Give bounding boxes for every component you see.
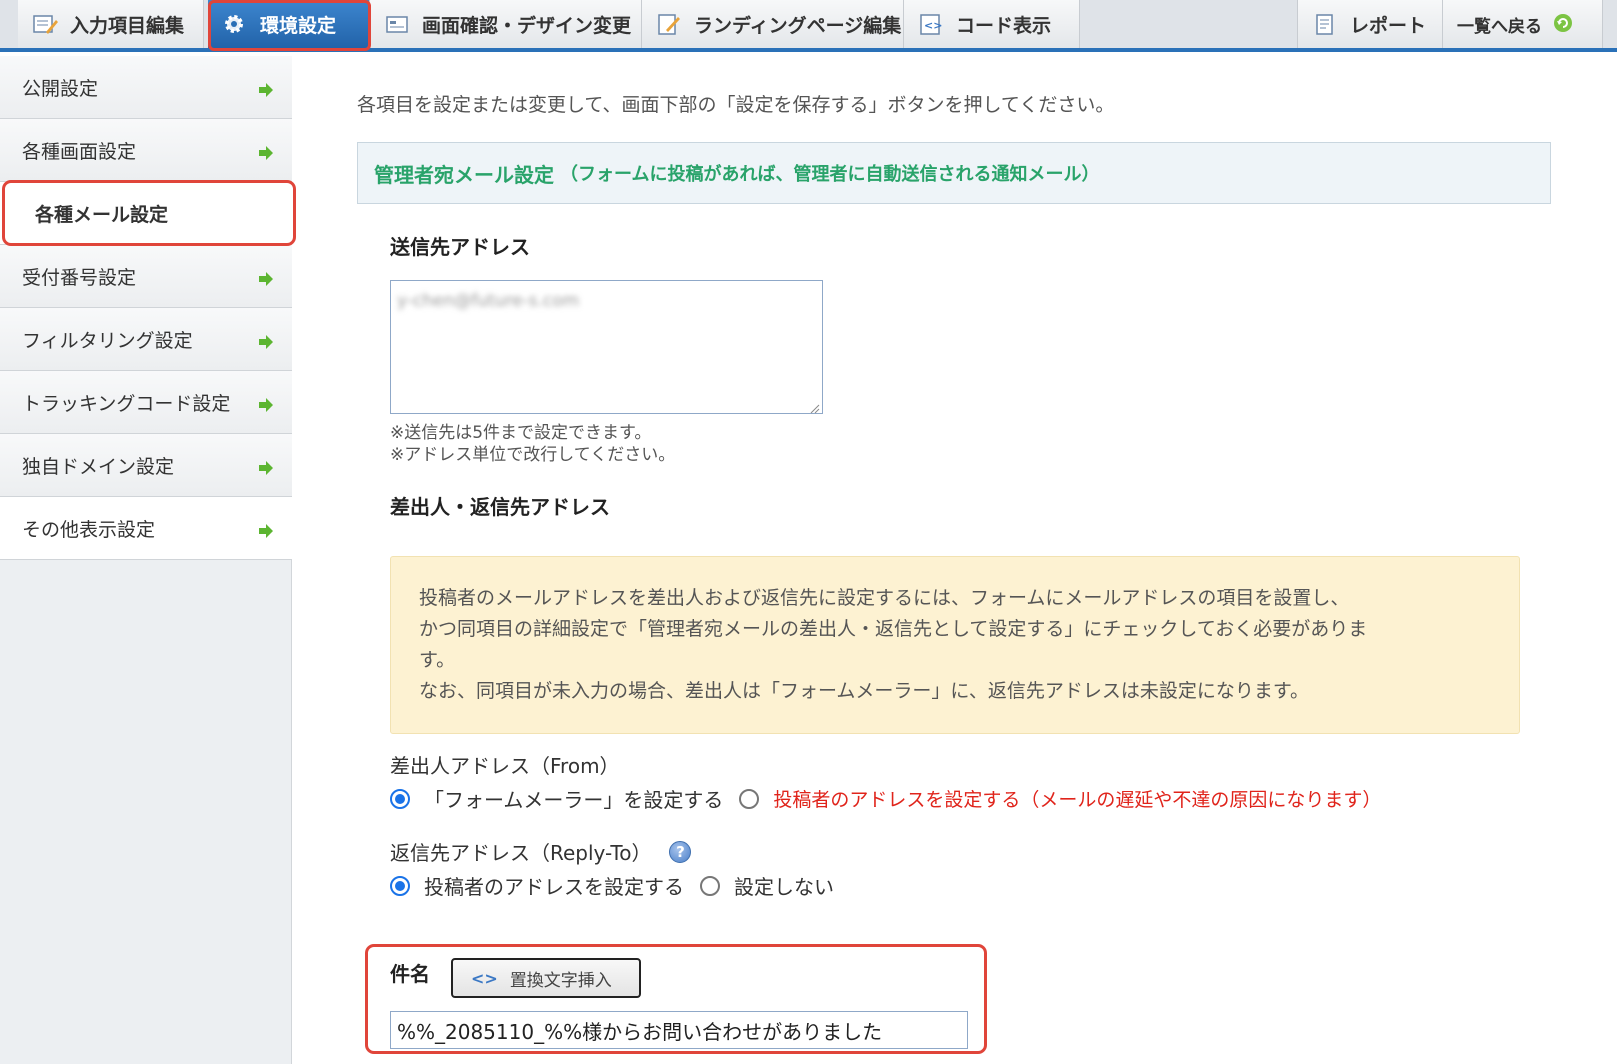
sidebar-item-label: 各種メール設定 [35,203,169,226]
tab-screen-design[interactable]: 画面確認・デザイン変更 [370,0,642,48]
sidebar-item-label: フィルタリング設定 [22,329,193,352]
from-radio-poster[interactable] [739,788,760,809]
info-line: 投稿者のメールアドレスを差出人および返信先に設定するには、フォームにメールアドレ… [419,587,1350,609]
subject-value: %%_2085110_%%様からお問い合わせがありました [397,1020,883,1044]
reply-option-label: 設定しない [734,875,834,899]
svg-text:<>: <> [924,19,942,32]
arrow-right-icon [258,395,274,412]
info-box: 投稿者のメールアドレスを差出人および返信先に設定するには、フォームにメールアドレ… [390,556,1520,734]
arrow-right-icon [258,332,274,349]
to-address-note-2: ※アドレス単位で改行してください。 [390,445,676,465]
sidebar-item-tracking-code[interactable]: トラッキングコード設定 [0,371,292,434]
arrow-right-icon [258,143,274,160]
sidebar-item-filtering[interactable]: フィルタリング設定 [0,308,292,371]
to-address-textarea[interactable]: y-chen@future-s.com [390,280,823,414]
tab-label: 環境設定 [260,14,337,37]
info-line: なお、同項目が未入力の場合、差出人は「フォームメーラー」に、返信先アドレスは未設… [419,680,1309,702]
sidebar-item-screens[interactable]: 各種画面設定 [0,119,292,182]
info-line: かつ同項目の詳細設定で「管理者宛メールの差出人・返信先として設定する」にチェック… [419,618,1368,640]
tab-label: 画面確認・デザイン変更 [422,14,632,37]
sidebar-item-label: その他表示設定 [22,518,156,541]
help-icon[interactable]: ? [669,840,692,863]
gear-icon [222,12,248,36]
code-brackets-icon: <> [471,968,498,988]
reply-radio-poster[interactable] [390,875,410,896]
from-option-label: 「フォームメーラー」を設定する [424,788,724,812]
code-icon: <> [918,12,944,36]
sidebar-item-label: トラッキングコード設定 [22,392,231,415]
tab-landing-page[interactable]: ランディングページ編集 [642,0,904,48]
tab-label: ランディングページ編集 [694,14,902,37]
arrow-right-icon [258,458,274,475]
sidebar-item-receipt-number[interactable]: 受付番号設定 [0,245,292,308]
subject-input[interactable]: %%_2085110_%%様からお問い合わせがありました [390,1011,968,1049]
sidebar-item-mail[interactable]: 各種メール設定 [0,182,292,245]
main-content: 各項目を設定または変更して、画面下部の「設定を保存する」ボタンを押してください。… [293,56,1617,1064]
sidebar-item-label: 各種画面設定 [22,140,137,163]
screen-icon [384,12,410,36]
report-icon [1312,12,1338,36]
sidebar-item-label: 独自ドメイン設定 [22,455,175,478]
reply-radio-group: 投稿者のアドレスを設定する 設定しない [390,871,834,900]
section-title: 管理者宛メール設定 [374,162,554,187]
back-label: 一覧へ戻る [1457,16,1542,37]
arrow-right-icon [258,269,274,286]
sidebar-item-publish[interactable]: 公開設定 [0,56,292,119]
tab-label: 入力項目編集 [70,14,185,37]
sidebar-item-label: 受付番号設定 [22,266,137,289]
tab-settings[interactable]: 環境設定 [208,0,370,48]
sidebar-item-other-display[interactable]: その他表示設定 [0,497,292,560]
report-label: レポート [1350,14,1427,37]
insert-button-label: 置換文字挿入 [509,970,612,991]
sidebar-item-label: 公開設定 [22,77,99,100]
section-header: 管理者宛メール設定 （フォームに投稿があれば、管理者に自動送信される通知メール） [357,142,1551,204]
sidebar: 公開設定 各種画面設定 各種メール設定 受付番号設定 フィルタリング設定 トラッ… [0,56,292,1064]
report-button[interactable]: レポート [1297,0,1443,48]
from-radio-formmailer[interactable] [390,788,410,809]
arrow-right-icon [258,80,274,97]
insert-placeholder-button[interactable]: <> 置換文字挿入 [451,958,641,998]
top-tab-bar: 入力項目編集 環境設定 画面確認・デザイン変更 ランディングページ編集 <> コ… [0,0,1617,52]
resize-handle-icon[interactable] [808,399,820,414]
edit-form-icon [32,12,58,36]
reply-to-label: 返信先アドレス（Reply-To） [390,841,652,865]
from-radio-group: 「フォームメーラー」を設定する 投稿者のアドレスを設定する（メールの遅延や不達の… [390,784,1381,813]
sender-heading: 差出人・返信先アドレス [390,495,610,519]
to-address-value: y-chen@future-s.com [397,291,580,311]
info-line: す。 [419,649,456,671]
intro-text: 各項目を設定または変更して、画面下部の「設定を保存する」ボタンを押してください。 [357,94,1115,116]
reply-to-label-row: 返信先アドレス（Reply-To） ? [390,837,692,866]
reply-radio-none[interactable] [700,875,720,896]
section-subtitle: （フォームに投稿があれば、管理者に自動送信される通知メール） [560,164,1100,185]
reply-option-label: 投稿者のアドレスを設定する [424,875,684,899]
arrow-right-icon [258,521,274,538]
to-address-label: 送信先アドレス [390,235,530,259]
from-address-label: 差出人アドレス（From） [390,754,620,778]
page-edit-icon [656,12,682,36]
sidebar-item-custom-domain[interactable]: 独自ドメイン設定 [0,434,292,497]
back-to-list-button[interactable]: 一覧へ戻る [1443,0,1603,48]
return-arrow-icon [1552,12,1578,36]
tab-code-view[interactable]: <> コード表示 [904,0,1080,48]
from-option-label: 投稿者のアドレスを設定する（メールの遅延や不達の原因になります） [773,789,1382,811]
tab-label: コード表示 [956,14,1052,37]
subject-label: 件名 [390,962,430,986]
tab-input-items[interactable]: 入力項目編集 [18,0,204,48]
